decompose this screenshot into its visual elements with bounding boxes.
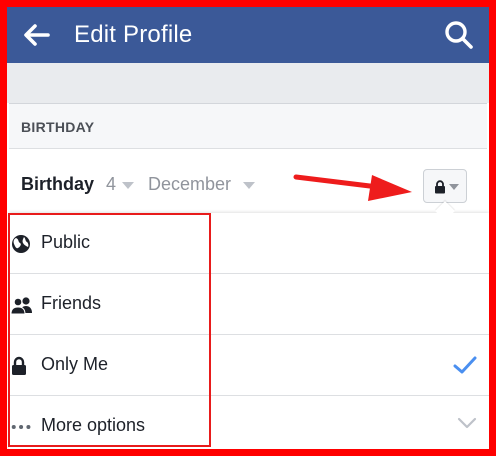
spacer-band [7, 63, 489, 103]
back-button[interactable] [19, 17, 55, 53]
privacy-dropdown-menu: Public Friends Only Me More options [9, 213, 489, 453]
birthday-day-select[interactable]: 4 [106, 174, 116, 195]
month-chevron-down-icon [243, 182, 255, 189]
privacy-selector-button[interactable] [423, 169, 467, 203]
option-label: Only Me [41, 354, 109, 374]
option-label: More options [41, 415, 146, 435]
privacy-option-public[interactable]: Public [9, 213, 489, 274]
option-label: Public [41, 232, 91, 252]
section-header: BIRTHDAY [9, 104, 487, 149]
privacy-option-only-me[interactable]: Only Me [9, 335, 489, 396]
lock-icon [11, 355, 33, 377]
top-navbar: Edit Profile [7, 7, 489, 63]
privacy-option-more[interactable]: More options [9, 396, 489, 457]
checkmark-icon [453, 355, 477, 380]
annotation-arrow-icon [293, 174, 412, 201]
privacy-option-friends[interactable]: Friends [9, 274, 489, 335]
lock-icon [435, 180, 445, 194]
globe-icon [11, 233, 33, 255]
day-chevron-down-icon [122, 182, 134, 189]
arrow-left-icon [24, 24, 50, 46]
search-button[interactable] [441, 17, 477, 53]
birthday-month-select[interactable]: December [148, 174, 231, 195]
page-title: Edit Profile [74, 21, 193, 48]
search-icon [445, 21, 473, 49]
privacy-chevron-down-icon [449, 184, 459, 190]
more-dots-icon [11, 416, 33, 438]
section-header-label: BIRTHDAY [21, 119, 95, 135]
option-label: Friends [41, 293, 102, 313]
birthday-label: Birthday [21, 174, 95, 194]
friends-icon [11, 294, 33, 316]
chevron-down-icon [457, 416, 477, 434]
